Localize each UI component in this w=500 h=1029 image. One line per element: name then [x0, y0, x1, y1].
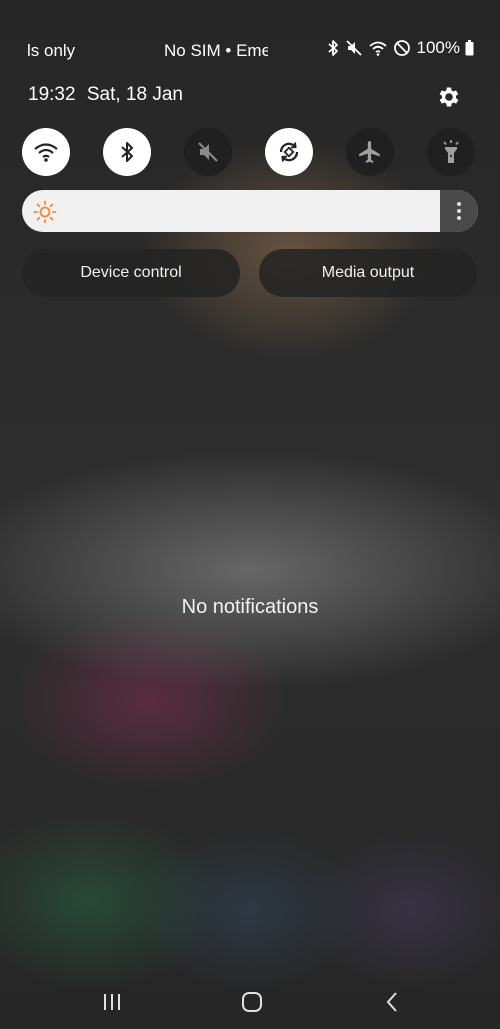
home-icon	[242, 992, 262, 1012]
wifi-icon	[368, 39, 388, 57]
settings-button[interactable]	[436, 84, 462, 110]
more-vertical-icon	[457, 202, 461, 220]
back-button[interactable]	[372, 985, 412, 1019]
bluetooth-toggle[interactable]	[103, 128, 151, 176]
device-control-button[interactable]: Device control	[22, 249, 240, 297]
wifi-toggle[interactable]	[22, 128, 70, 176]
airplane-mode-toggle[interactable]	[346, 128, 394, 176]
battery-icon	[465, 40, 474, 56]
battery-percentage: 100%	[416, 38, 460, 57]
mute-icon	[198, 142, 218, 162]
date-label: Sat, 18 Jan	[86, 84, 183, 105]
wifi-icon	[34, 143, 58, 162]
recent-apps-button[interactable]	[92, 985, 132, 1019]
mute-icon	[345, 39, 363, 57]
recent-apps-icon	[104, 994, 120, 1010]
auto-rotate-icon	[279, 142, 299, 162]
flashlight-toggle[interactable]	[427, 128, 475, 176]
brightness-sun-icon	[33, 200, 57, 229]
media-output-button[interactable]: Media output	[259, 249, 477, 297]
auto-rotate-toggle[interactable]	[265, 128, 313, 176]
brightness-slider[interactable]	[22, 190, 478, 232]
carrier-text-left: ls only	[27, 41, 76, 60]
quick-settings-toggles	[22, 128, 478, 176]
do-not-disturb-icon	[393, 39, 411, 57]
date-time: 19:32 Sat, 18 Jan	[28, 84, 183, 106]
clock-time: 19:32	[28, 84, 76, 105]
brightness-more-options-button[interactable]	[440, 190, 478, 232]
airplane-icon	[359, 141, 380, 163]
carrier-text: No SIM • Emergency calls only	[164, 41, 268, 60]
sound-toggle[interactable]	[184, 128, 232, 176]
bluetooth-icon	[121, 142, 133, 162]
bluetooth-icon	[326, 39, 340, 57]
flashlight-icon	[443, 140, 459, 163]
navigation-bar	[0, 985, 500, 1019]
back-icon	[386, 992, 397, 1012]
no-notifications-text: No notifications	[181, 596, 319, 618]
home-button[interactable]	[232, 985, 272, 1019]
status-bar: ls only No SIM • Emergency calls only 10…	[0, 38, 500, 64]
gear-icon	[439, 87, 459, 107]
